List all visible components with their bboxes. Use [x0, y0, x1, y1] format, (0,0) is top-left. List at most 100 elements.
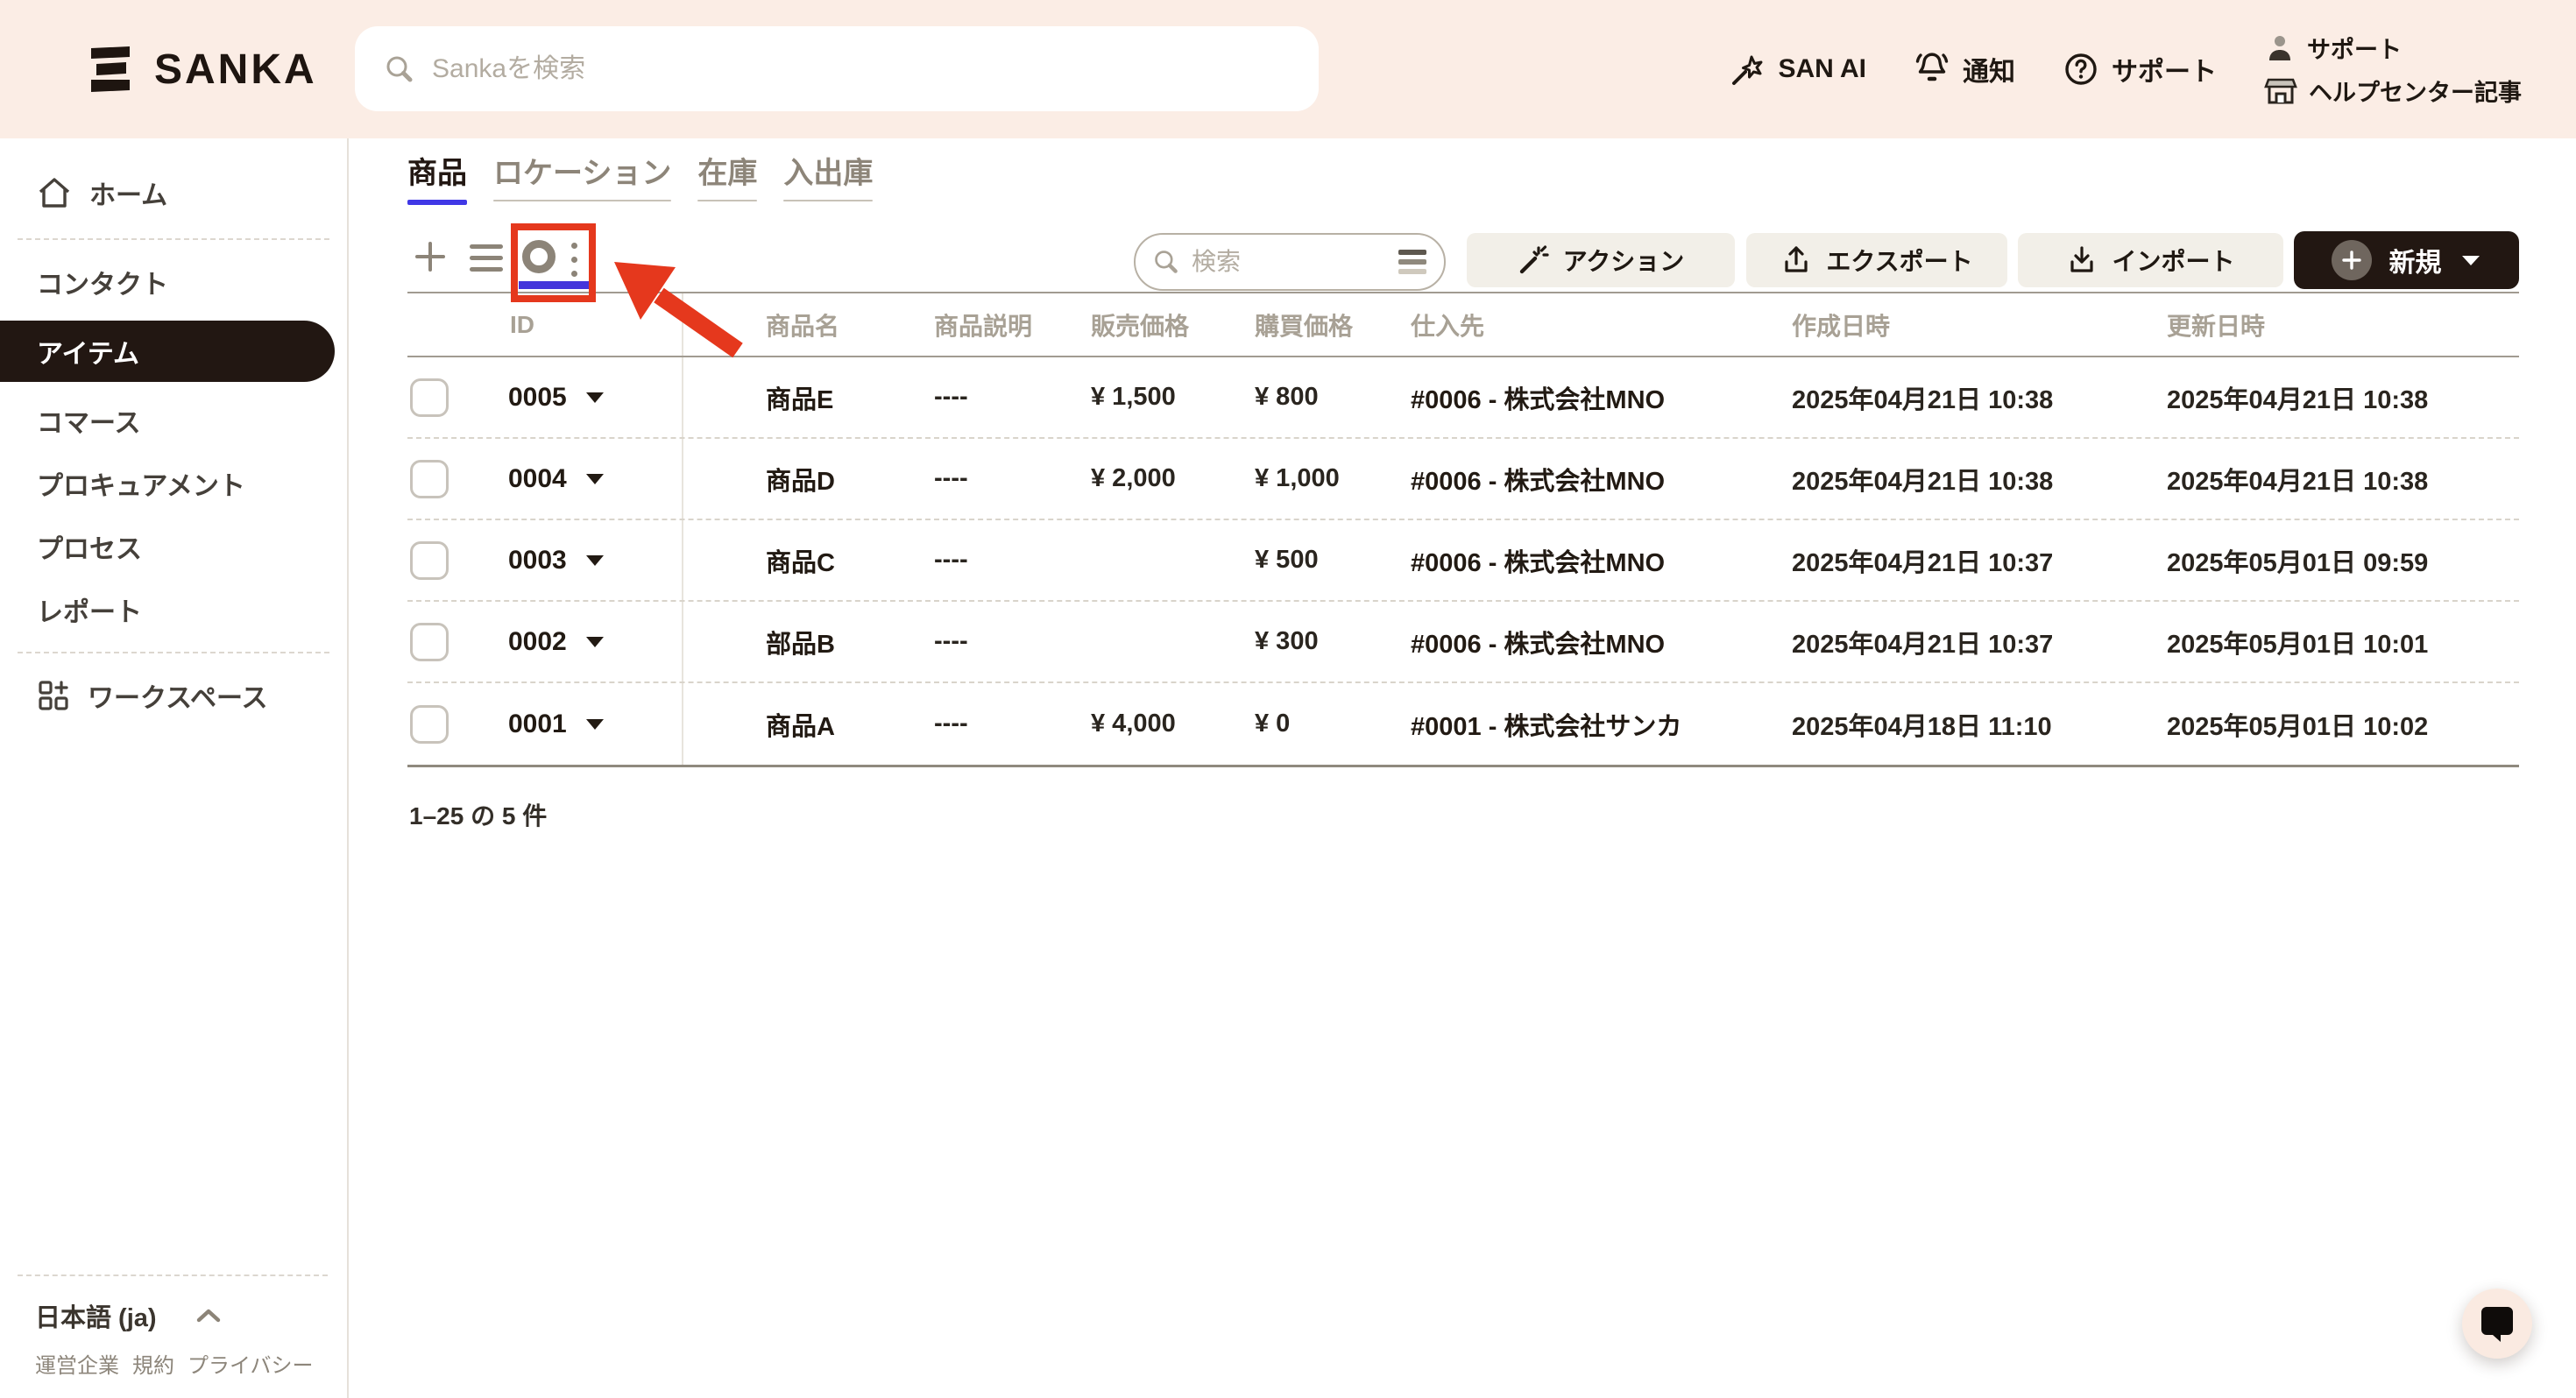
action-button[interactable]: アクション: [1467, 233, 1735, 287]
privacy-link[interactable]: プライバシー: [188, 1348, 314, 1379]
sidebar-item-procurement[interactable]: プロキュアメント: [0, 452, 347, 515]
row-id-cell[interactable]: 0004: [473, 439, 683, 519]
san-ai-button[interactable]: SAN AI: [1730, 52, 1866, 87]
sidebar-item-items[interactable]: アイテム: [0, 321, 335, 382]
grid-view-icon[interactable]: [522, 240, 556, 273]
tab-products[interactable]: 商品: [407, 149, 467, 205]
new-button-label: 新規: [2388, 249, 2442, 278]
table-row: 0005 商品E ---- ¥ 1,500 ¥ 800 #0006 - 株式会社…: [407, 357, 2519, 439]
terms-link[interactable]: 規約: [132, 1348, 174, 1379]
san-ai-label: SAN AI: [1778, 54, 1866, 83]
column-header-supplier[interactable]: 仕入先: [1402, 293, 1787, 356]
row-caret-icon[interactable]: [584, 553, 605, 568]
row-id-cell[interactable]: 0001: [473, 683, 683, 765]
person-icon: [2269, 35, 2290, 60]
sidebar-item-label: レポート: [37, 598, 142, 627]
language-selector[interactable]: 日本語 (ja): [35, 1297, 328, 1334]
table-search-input[interactable]: [1192, 248, 1386, 276]
row-checkbox[interactable]: [410, 540, 449, 580]
import-button[interactable]: インポート: [2018, 233, 2283, 287]
column-header-purchase-price[interactable]: 購買価格: [1244, 293, 1402, 356]
caret-down-icon: [2461, 256, 2480, 265]
selling-price: [1082, 602, 1244, 681]
new-button[interactable]: 新規: [2294, 231, 2519, 289]
more-options-icon[interactable]: [571, 243, 577, 277]
sidebar-item-contacts[interactable]: コンタクト: [0, 251, 347, 314]
selling-price: [1082, 520, 1244, 600]
column-header-description[interactable]: 商品説明: [920, 293, 1082, 356]
updated-at: 2025年04月21日 10:38: [2167, 467, 2429, 496]
support-menu: サポート ヘルプセンター記事: [2264, 31, 2522, 108]
row-checkbox[interactable]: [410, 704, 449, 744]
sidebar-item-commerce[interactable]: コマース: [0, 389, 347, 452]
supplier[interactable]: #0006 - 株式会社MNO: [1402, 602, 1787, 681]
supplier[interactable]: #0006 - 株式会社MNO: [1402, 520, 1787, 600]
chevron-up-icon: [196, 1309, 220, 1323]
tab-stock[interactable]: 在庫: [697, 149, 758, 205]
sidebar-item-workspace[interactable]: ワークスペース: [0, 664, 347, 727]
storefront-icon: [2264, 78, 2297, 103]
updated-at: 2025年05月01日 10:01: [2167, 630, 2429, 659]
column-header-created[interactable]: 作成日時: [1787, 293, 2164, 356]
sidebar-item-label: コマース: [37, 409, 141, 438]
company-link[interactable]: 運営企業: [35, 1348, 119, 1379]
tab-inout[interactable]: 入出庫: [783, 149, 874, 205]
table-search[interactable]: [1134, 233, 1446, 291]
column-header-name[interactable]: 商品名: [683, 293, 920, 356]
export-button-label: エクスポート: [1826, 248, 1973, 275]
supplier[interactable]: #0001 - 株式会社サンカ: [1402, 683, 1787, 765]
purchase-price: ¥ 0: [1255, 710, 1291, 738]
list-view-icon[interactable]: [470, 244, 503, 272]
row-checkbox[interactable]: [410, 622, 449, 661]
created-at: 2025年04月21日 10:38: [1792, 467, 2054, 496]
row-caret-icon[interactable]: [584, 471, 605, 486]
tab-locations[interactable]: ロケーション: [493, 149, 672, 205]
support-button[interactable]: サポート: [2063, 50, 2217, 88]
row-checkbox[interactable]: [410, 459, 449, 498]
created-at: 2025年04月21日 10:38: [1792, 385, 2054, 414]
search-icon: [1155, 251, 1178, 273]
top-header: SANKA SAN AI 通知: [0, 0, 2576, 138]
row-id-cell[interactable]: 0002: [473, 602, 683, 681]
product-name[interactable]: 商品A: [683, 683, 920, 765]
row-checkbox[interactable]: [410, 378, 449, 417]
row-caret-icon[interactable]: [584, 390, 605, 405]
product-name[interactable]: 商品E: [683, 357, 920, 437]
helpcenter-menu-item[interactable]: ヘルプセンター記事: [2264, 74, 2522, 108]
sidebar-item-label: コンタクト: [37, 271, 168, 300]
supplier[interactable]: #0006 - 株式会社MNO: [1402, 357, 1787, 437]
product-name[interactable]: 商品D: [683, 439, 920, 519]
sidebar-footer: 日本語 (ja) 運営企業 規約 プライバシー: [18, 1274, 328, 1382]
filter-icon[interactable]: [1398, 250, 1426, 274]
row-caret-icon[interactable]: [584, 717, 605, 731]
column-header-id[interactable]: ID: [473, 293, 683, 356]
global-search[interactable]: [355, 26, 1319, 111]
sidebar-item-home[interactable]: ホーム: [0, 158, 347, 228]
chat-bubble-icon: [2481, 1307, 2513, 1342]
row-caret-icon[interactable]: [584, 634, 605, 649]
add-row-icon[interactable]: [412, 238, 449, 275]
support-menu-item[interactable]: サポート: [2264, 31, 2522, 65]
chat-launcher-button[interactable]: [2462, 1289, 2532, 1359]
action-button-label: アクション: [1562, 248, 1685, 275]
support-label: サポート: [2112, 58, 2217, 87]
row-id-cell[interactable]: 0003: [473, 520, 683, 600]
brand-logo[interactable]: SANKA: [88, 0, 317, 138]
product-name[interactable]: 商品C: [683, 520, 920, 600]
row-id-cell[interactable]: 0005: [473, 357, 683, 437]
supplier[interactable]: #0006 - 株式会社MNO: [1402, 439, 1787, 519]
sidebar-item-process[interactable]: プロセス: [0, 515, 347, 578]
notifications-button[interactable]: 通知: [1914, 50, 2015, 88]
active-view-indicator: [519, 281, 591, 289]
global-search-input[interactable]: [432, 53, 1289, 84]
sidebar: ホーム コンタクト アイテム コマース プロキュアメント プロセス レポート ワ…: [0, 138, 349, 1398]
column-header-selling-price[interactable]: 販売価格: [1082, 293, 1244, 356]
export-button[interactable]: エクスポート: [1746, 233, 2007, 287]
table-row: 0001 商品A ---- ¥ 4,000 ¥ 0 #0001 - 株式会社サン…: [407, 683, 2519, 765]
column-header-updated[interactable]: 更新日時: [2164, 293, 2519, 356]
product-name[interactable]: 部品B: [683, 602, 920, 681]
sidebar-item-label: プロキュアメント: [37, 472, 245, 501]
product-description: ----: [934, 627, 968, 655]
sidebar-item-reports[interactable]: レポート: [0, 578, 347, 641]
table-row: 0002 部品B ---- ¥ 300 #0006 - 株式会社MNO 2025…: [407, 602, 2519, 683]
